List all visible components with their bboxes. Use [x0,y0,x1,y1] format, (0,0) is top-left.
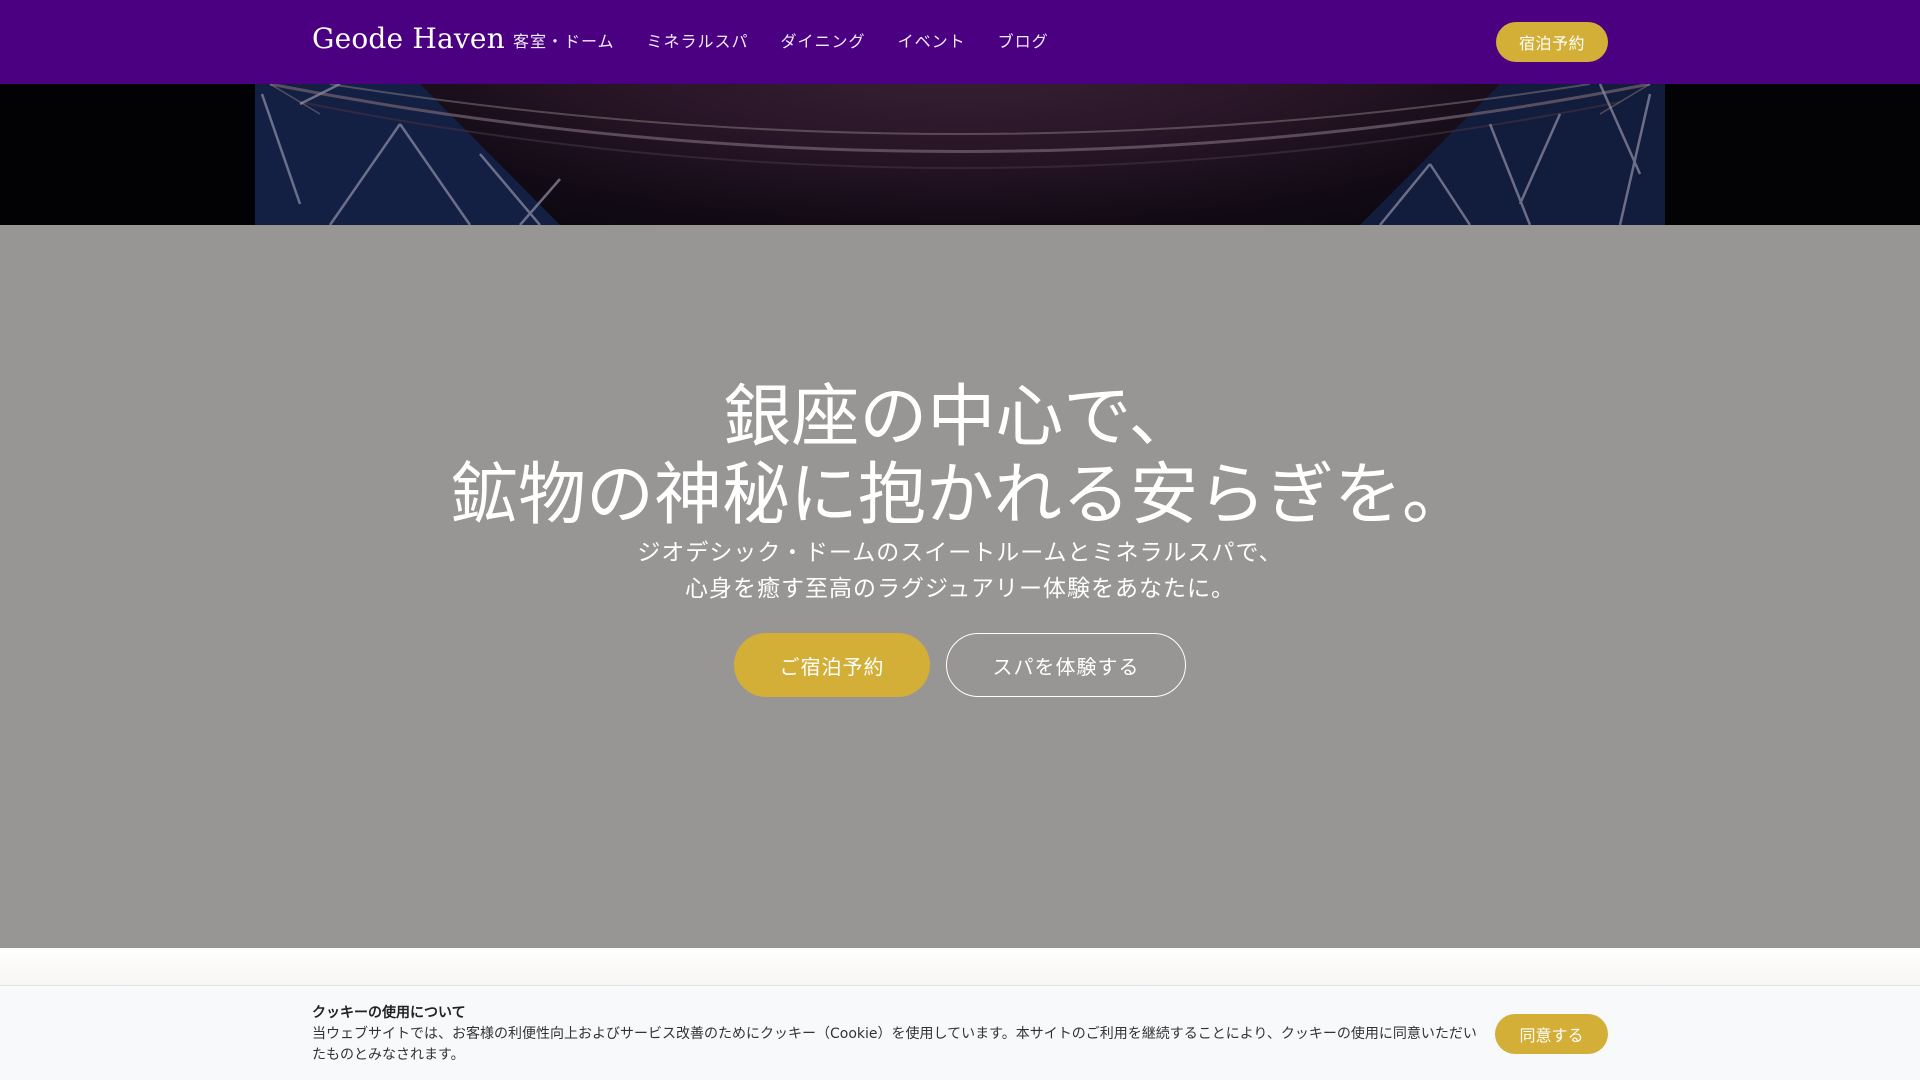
hero-subtitle-line-2: 心身を癒す至高のラグジュアリー体験をあなたに。 [685,576,1235,602]
hero-subtitle: ジオデシック・ドームのスイートルームとミネラルスパで、 心身を癒す至高のラグジュ… [0,535,1920,607]
experience-spa-button[interactable]: スパを体験する [946,633,1186,697]
main-nav: 客室・ドーム ミネラルスパ ダイニング イベント ブログ [513,30,1049,54]
hero-title-line-2: 鉱物の神秘に抱かれる安らぎを。 [449,455,1470,535]
cookie-banner: クッキーの使用について 当ウェブサイトでは、お客様の利便性向上およびサービス改善… [0,985,1920,1080]
content-area [0,948,1920,984]
header-book-button[interactable]: 宿泊予約 [1496,22,1608,62]
hero-subtitle-line-1: ジオデシック・ドームのスイートルームとミネラルスパで、 [637,540,1283,566]
hero-title: 銀座の中心で、 鉱物の神秘に抱かれる安らぎを。 [0,377,1920,535]
nav-item-mineral-spa[interactable]: ミネラルスパ [647,30,749,54]
cookie-accept-button[interactable]: 同意する [1495,1014,1608,1054]
cookie-title: クッキーの使用について [312,1005,466,1021]
cookie-text: 当ウェブサイトでは、お客様の利便性向上およびサービス改善のためにクッキー（Coo… [312,1026,1477,1063]
nav-item-blog[interactable]: ブログ [998,30,1049,54]
hero-section: 銀座の中心で、 鉱物の神秘に抱かれる安らぎを。 ジオデシック・ドームのスイートル… [0,225,1920,948]
brand-logo[interactable]: Geode Haven [312,22,505,55]
nav-item-events[interactable]: イベント [898,30,966,54]
nav-item-rooms-dome[interactable]: 客室・ドーム [513,30,615,54]
dome-hero-image [0,84,1920,225]
geodesic-dome-graphic [0,84,1920,225]
hero-title-line-1: 銀座の中心で、 [723,377,1197,457]
book-stay-button[interactable]: ご宿泊予約 [734,633,930,697]
nav-item-dining[interactable]: ダイニング [781,30,866,54]
site-header: Geode Haven 客室・ドーム ミネラルスパ ダイニング イベント ブログ… [0,0,1920,84]
